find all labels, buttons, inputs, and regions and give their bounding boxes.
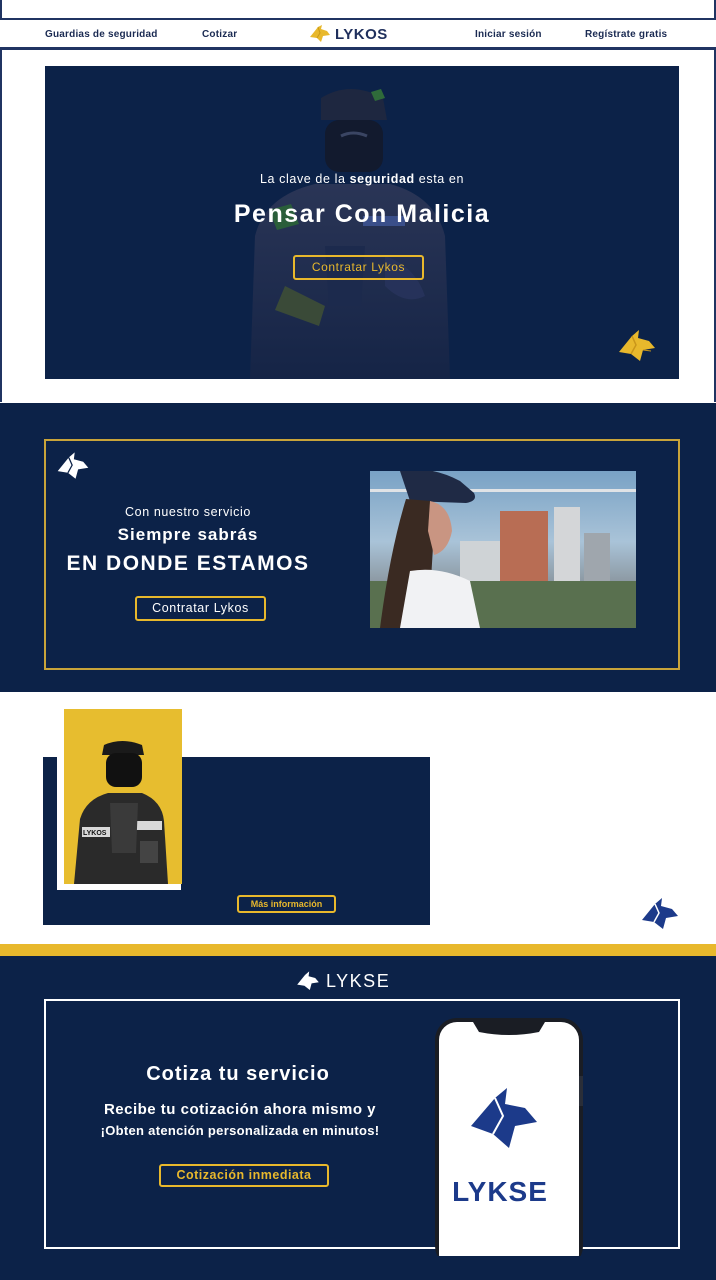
quote-subtitle-2: ¡Obten atención personalizada en minutos… xyxy=(100,1123,380,1138)
quote-title: Cotiza tu servicio xyxy=(146,1063,330,1085)
service-hire-button[interactable]: Contratar Lykos xyxy=(135,596,266,621)
guard-photo-card: LYKOS xyxy=(64,709,182,884)
hero-kicker-start: La clave de la xyxy=(259,172,350,186)
left-border xyxy=(0,50,2,402)
service-line1: Con nuestro servicio xyxy=(125,505,251,519)
hero-kicker: La clave de la seguridad esta en xyxy=(45,172,679,186)
wolf-logo-icon xyxy=(619,330,655,361)
instant-quote-button[interactable]: Cotización inmediata xyxy=(159,1164,329,1187)
nav-link-register[interactable]: Regístrate gratis xyxy=(585,29,667,40)
gold-divider xyxy=(0,944,716,956)
guard-silhouette xyxy=(250,89,450,379)
phone-mockup xyxy=(435,1018,583,1256)
location-banner: Con nuestro servicio Siempre sabrás EN D… xyxy=(0,403,716,692)
lykse-brand-name: LYKSE xyxy=(326,970,391,991)
wolf-logo-icon xyxy=(297,971,319,990)
service-line2: Siempre sabrás xyxy=(117,525,259,544)
quote-subtitle-1: Recibe tu cotización ahora mismo y xyxy=(103,1101,377,1118)
more-info-button[interactable]: Más información xyxy=(237,895,336,913)
brand-name: LYKOS xyxy=(335,25,388,43)
hero-kicker-end: esta en xyxy=(414,172,465,186)
wolf-logo-icon xyxy=(310,25,330,42)
brand-logo[interactable]: LYKOS xyxy=(309,24,388,44)
nav-link-login[interactable]: Iniciar sesión xyxy=(475,29,542,40)
nav-link-quote[interactable]: Cotizar xyxy=(202,29,237,40)
quote-banner: LYKSE Cotiza tu servicio Recibe tu cotiz… xyxy=(0,956,716,1280)
nav-link-guards[interactable]: Guardias de seguridad xyxy=(45,29,158,40)
hero-kicker-bold: seguridad xyxy=(349,172,415,186)
vest-label: LYKOS xyxy=(83,830,107,837)
hero-hire-button[interactable]: Contratar Lykos xyxy=(293,255,424,280)
navbar: Guardias de seguridad Cotizar LYKOS Inic… xyxy=(0,20,716,50)
city-photo xyxy=(370,471,636,628)
hero-headline: Pensar Con Malicia xyxy=(233,200,491,228)
wolf-logo-icon xyxy=(642,898,678,929)
top-strip xyxy=(0,0,716,20)
wolf-logo-icon xyxy=(57,452,89,479)
phone-brand-text: LYKSE xyxy=(452,1176,548,1207)
hero-banner: La clave de la seguridad esta en Pensar … xyxy=(45,66,679,379)
service-line3: EN DONDE ESTAMOS xyxy=(66,552,310,575)
lykse-brand: LYKSE xyxy=(296,970,390,992)
info-section: LYKOS Más información xyxy=(0,692,716,944)
